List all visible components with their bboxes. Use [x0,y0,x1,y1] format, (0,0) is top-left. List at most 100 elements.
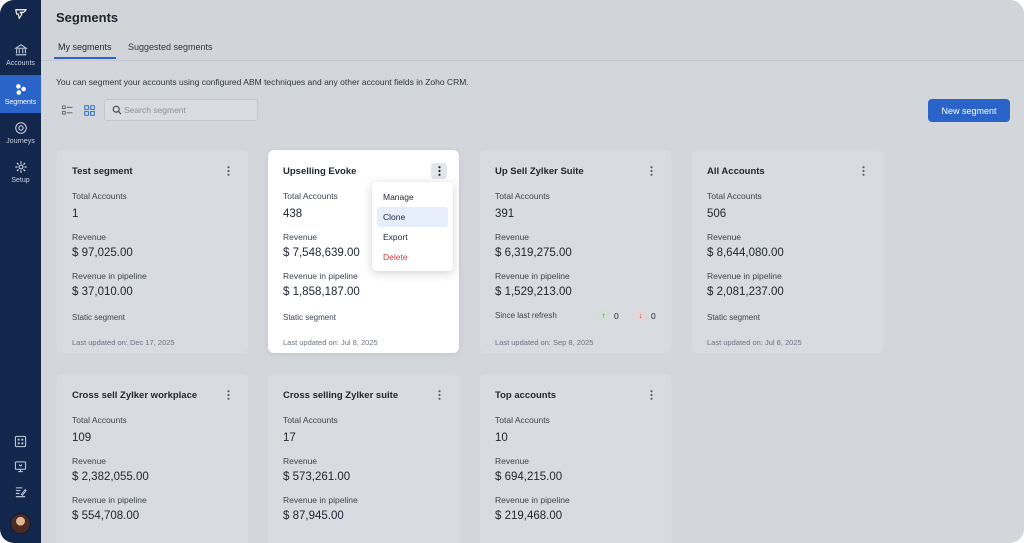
segment-card[interactable]: Cross selling Zylker suite Total Account… [268,374,459,543]
bank-icon [13,44,28,56]
revenue-pipeline-value: $ 37,010.00 [72,286,133,298]
sidebar-item-label: Accounts [6,60,35,67]
main-content: Segments My segments Suggested segments … [41,0,1024,543]
app-window: Accounts Segments Journeys Setup Segment… [0,0,1024,543]
view-toggle [56,100,100,120]
trend-up: ↑ 0 [597,308,619,323]
more-options-icon[interactable] [643,163,659,179]
total-accounts-label: Total Accounts [72,191,127,201]
list-view-icon[interactable] [56,100,78,120]
menu-item-export[interactable]: Export [377,227,448,247]
total-accounts-label: Total Accounts [495,191,550,201]
sidebar-item-accounts[interactable]: Accounts [0,36,41,74]
total-accounts-value: 391 [495,208,515,220]
segment-type: Static segment [72,313,125,322]
revenue-pipeline-label: Revenue in pipeline [283,271,358,281]
revenue-label: Revenue [283,456,318,466]
segment-card[interactable]: Top accounts Total Accounts 10 Revenue $… [480,374,671,543]
search-icon [112,105,122,115]
last-updated: Last updated on: Sep 8, 2025 [495,338,594,347]
revenue-pipeline-label: Revenue in pipeline [72,271,147,281]
sidebar-item-setup[interactable]: Setup [0,153,41,191]
more-options-icon[interactable] [220,163,236,179]
revenue-pipeline-value: $ 1,858,187.00 [283,286,360,298]
presentation-icon[interactable] [0,456,41,476]
total-accounts-label: Total Accounts [72,415,127,425]
trend-down-count: 0 [651,310,656,321]
more-options-icon[interactable] [855,163,871,179]
gear-icon [14,161,27,173]
segment-card[interactable]: Test segment Total Accounts 1 Revenue $ … [57,150,248,353]
search-box [104,99,258,121]
segment-name: Upselling Evoke [283,166,357,177]
revenue-pipeline-value: $ 1,529,213.00 [495,286,572,298]
last-updated: Last updated on: Jul 6, 2025 [707,338,802,347]
more-options-icon[interactable] [431,387,447,403]
revenue-label: Revenue [283,232,318,242]
segment-type: Static segment [707,313,760,322]
page-header: Segments My segments Suggested segments [41,0,1024,61]
menu-item-clone[interactable]: Clone [377,207,448,227]
revenue-value: $ 97,025.00 [72,247,133,259]
revenue-label: Revenue [72,232,107,242]
revenue-pipeline-label: Revenue in pipeline [283,495,358,505]
new-segment-button[interactable]: New segment [928,99,1010,122]
total-accounts-value: 109 [72,432,92,444]
segment-card[interactable]: All Accounts Total Accounts 506 Revenue … [692,150,883,353]
revenue-value: $ 7,548,639.00 [283,247,360,259]
app-logo-icon[interactable] [0,4,41,26]
journey-icon [14,122,27,134]
revenue-pipeline-value: $ 554,708.00 [72,510,140,522]
segment-card[interactable]: Cross sell Zylker workplace Total Accoun… [57,374,248,543]
total-accounts-value: 10 [495,432,508,444]
total-accounts-label: Total Accounts [495,415,550,425]
revenue-pipeline-label: Revenue in pipeline [495,271,570,281]
sidebar-item-journeys[interactable]: Journeys [0,114,41,152]
arrow-down-icon: ↓ [634,309,647,322]
arrow-up-icon: ↑ [597,309,610,322]
segment-name: Cross sell Zylker workplace [72,390,198,401]
apps-grid-icon[interactable] [0,431,41,451]
page-description: You can segment your accounts using conf… [56,77,469,87]
segment-context-menu: Manage Clone Export Delete [372,182,453,271]
segment-name: Up Sell Zylker Suite [495,166,584,177]
last-updated: Last updated on: Jul 8, 2025 [283,338,378,347]
menu-item-delete[interactable]: Delete [377,247,448,267]
revenue-label: Revenue [707,232,742,242]
more-options-icon[interactable] [220,387,236,403]
sidebar-item-label: Setup [11,177,30,184]
segment-card[interactable]: Up Sell Zylker Suite Total Accounts 391 … [480,150,671,353]
sidebar-item-label: Journeys [6,138,35,145]
more-options-icon[interactable] [431,163,447,179]
segment-name: Test segment [72,166,133,177]
trend-up-count: 0 [614,310,619,321]
revenue-pipeline-value: $ 2,081,237.00 [707,286,784,298]
revenue-label: Revenue [72,456,107,466]
segment-type: Static segment [283,313,336,322]
sidebar-item-segments[interactable]: Segments [0,75,41,113]
revenue-value: $ 694,215.00 [495,471,563,483]
grid-view-icon[interactable] [78,100,100,120]
revenue-label: Revenue [495,232,530,242]
revenue-value: $ 2,382,055.00 [72,471,149,483]
menu-item-manage[interactable]: Manage [377,187,448,207]
segment-name: All Accounts [707,166,765,177]
revenue-value: $ 573,261.00 [283,471,351,483]
segment-name: Top accounts [495,390,557,401]
revenue-pipeline-label: Revenue in pipeline [707,271,782,281]
total-accounts-label: Total Accounts [283,191,338,201]
search-input[interactable] [124,102,254,118]
tab-my-segments[interactable]: My segments [58,42,112,52]
total-accounts-value: 17 [283,432,296,444]
tab-suggested-segments[interactable]: Suggested segments [128,42,213,52]
segment-name: Cross selling Zylker suite [283,390,399,401]
revenue-pipeline-label: Revenue in pipeline [72,495,147,505]
page-title: Segments [56,10,119,25]
segments-icon [15,84,26,95]
revenue-value: $ 6,319,275.00 [495,247,572,259]
revenue-pipeline-value: $ 87,945.00 [283,510,344,522]
total-accounts-label: Total Accounts [707,191,762,201]
notes-icon[interactable] [0,482,41,502]
more-options-icon[interactable] [643,387,659,403]
avatar[interactable] [10,513,31,534]
